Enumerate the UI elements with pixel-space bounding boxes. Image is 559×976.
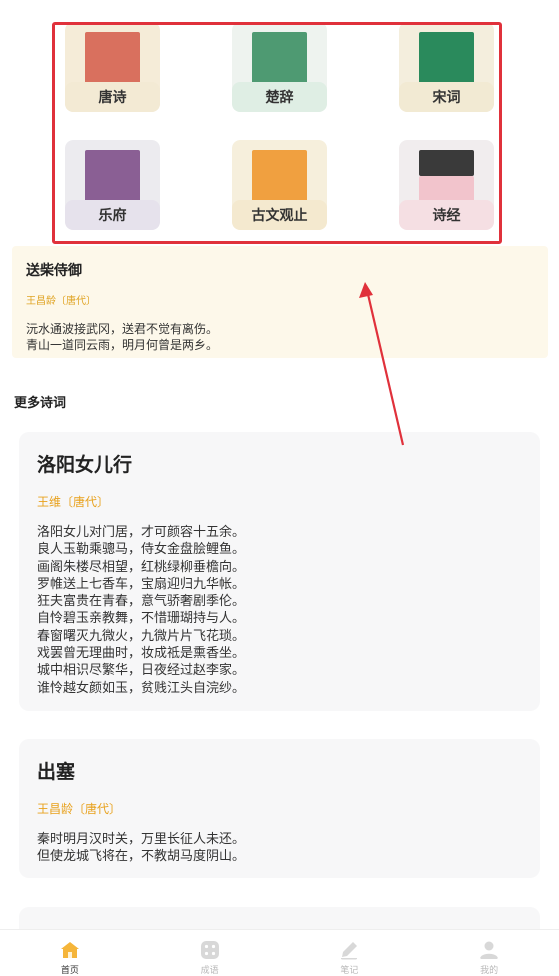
poem-line: 洛阳女儿对门居，才可颜容十五余。 [37,525,246,540]
category-tangshi[interactable]: 唐诗 [65,22,160,112]
tab-idioms[interactable]: 成语 [140,930,280,976]
poem-line: 罗帷送上七香车，宝扇迎归九华帐。 [37,576,246,592]
tab-label: 首页 [60,966,79,976]
tab-home[interactable]: 首页 [0,930,140,976]
poem-line: 春窗曙灭九微火，九微片片飞花琐。 [37,628,246,644]
poem-line: 青山一道同云雨，明月何曾是两乡。 [26,338,219,352]
category-label: 楚辞 [232,82,327,112]
category-label: 乐府 [65,200,160,230]
book-cover-icon [85,32,140,84]
poem-line: 谁怜越女颜如玉，贫贱江头自浣纱。 [37,680,246,696]
poem-card[interactable]: 洛阳女儿行 王维〔唐代〕 洛阳女儿对门居，才可颜容十五余。 良人玉勒乘骢马，侍女… [19,432,540,711]
poem-line: 戏罢曾无理曲时，妆成祗是熏香坐。 [37,646,246,662]
poem-card[interactable]: 出塞 王昌龄〔唐代〕 秦时明月汉时关，万里长征人未还。 但使龙城飞将在，不教胡马… [19,739,540,878]
category-shijing[interactable]: 诗经 [399,140,494,230]
poem-line: 自怜碧玉亲教舞，不惜珊瑚持与人。 [37,611,246,627]
poem-line: 城中相识尽繁华，日夜经过赵李家。 [37,663,246,679]
category-guwenguanzhi[interactable]: 古文观止 [232,140,327,230]
featured-title: 送柴侍御 [26,263,82,279]
book-cover-icon [252,150,307,202]
tab-profile[interactable]: 我的 [419,930,559,976]
tab-label: 笔记 [340,966,359,976]
poem-line: 狂夫富贵在青春，意气骄奢剧季伦。 [37,594,246,610]
pen-icon [341,942,358,960]
category-label: 古文观止 [232,200,327,230]
poem-lines: 洛阳女儿对门居，才可颜容十五余。 良人玉勒乘骢马，侍女金盘脍鲤鱼。 画阁朱楼尽相… [37,524,522,697]
poem-author: 王维〔唐代〕 [37,495,110,509]
poem-title: 出塞 [37,761,76,783]
book-cover-icon [419,150,474,176]
poem-line: 良人玉勒乘骢马，侍女金盘脍鲤鱼。 [37,542,246,558]
poem-author: 王昌龄〔唐代〕 [37,802,122,816]
dice-icon [200,941,219,959]
category-label: 诗经 [399,200,494,230]
poem-lines: 秦时明月汉时关，万里长征人未还。 但使龙城飞将在，不教胡马度阴山。 [37,831,522,866]
category-grid: 唐诗 楚辞 宋词 乐府 古文观止 诗经 [52,22,502,244]
home-icon [60,942,79,958]
category-chuci[interactable]: 楚辞 [232,22,327,112]
poem-title: 洛阳女儿行 [37,454,133,476]
category-label: 唐诗 [65,82,160,112]
tab-label: 我的 [480,966,499,976]
tab-label: 成语 [200,966,219,976]
poem-line: 沅水通波接武冈，送君不觉有离伤。 [26,322,219,336]
featured-lines: 沅水通波接武冈，送君不觉有离伤。 青山一道同云雨，明月何曾是两乡。 [26,321,534,353]
category-label: 宋词 [399,82,494,112]
category-songci[interactable]: 宋词 [399,22,494,112]
category-yuefu[interactable]: 乐府 [65,140,160,230]
featured-poem-card[interactable]: 送柴侍御 王昌龄〔唐代〕 沅水通波接武冈，送君不觉有离伤。 青山一道同云雨，明月… [12,246,548,358]
featured-author: 王昌龄〔唐代〕 [26,296,96,307]
poem-line: 秦时明月汉时关，万里长征人未还。 [37,832,246,847]
bottom-tab-bar: 首页 成语 笔记 我的 [0,929,559,976]
section-title: 更多诗词 [14,396,67,411]
user-icon [480,941,499,959]
tab-notes[interactable]: 笔记 [280,930,420,976]
poem-line: 但使龙城飞将在，不教胡马度阴山。 [37,849,246,865]
annotation-arrow-icon [359,282,405,446]
book-cover-icon [252,32,307,84]
book-cover-icon [419,32,474,84]
book-cover-icon [85,150,140,202]
poem-line: 画阁朱楼尽相望，红桃绿柳垂檐向。 [37,559,246,575]
